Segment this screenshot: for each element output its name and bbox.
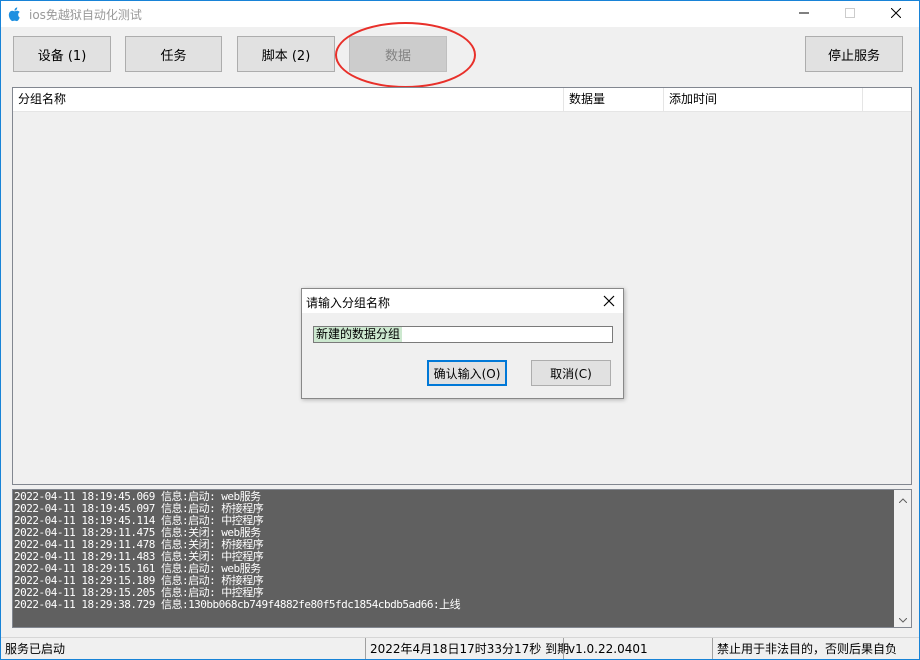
column-header-group-name[interactable]: 分组名称 xyxy=(13,88,564,111)
minimize-button[interactable] xyxy=(781,1,827,27)
column-header-data-count[interactable]: 数据量 xyxy=(564,88,664,111)
status-bar: 服务已启动 2022年4月18日17时33分17秒 到期 v1.0.22.040… xyxy=(1,637,919,659)
cancel-button[interactable]: 取消(C) xyxy=(531,360,611,386)
version-label: v1.0.22.0401 xyxy=(563,638,712,659)
dialog-title: 请输入分组名称 xyxy=(306,296,391,310)
log-lines: 2022-04-11 18:19:45.069 信息:启动: web服务 202… xyxy=(14,491,894,611)
chevron-down-icon xyxy=(898,612,907,626)
group-name-dialog: 请输入分组名称 新建的数据分组 确认输入(O) 取消(C) xyxy=(301,288,624,399)
chevron-up-icon xyxy=(898,492,907,506)
log-scrollbar[interactable] xyxy=(894,490,911,627)
scripts-button[interactable]: 脚本 (2) xyxy=(237,36,335,72)
maximize-button[interactable] xyxy=(827,1,873,27)
title-bar: ios免越狱自动化测试 xyxy=(1,1,919,27)
minimize-icon xyxy=(799,7,809,21)
column-header-added-time[interactable]: 添加时间 xyxy=(664,88,863,111)
legal-notice: 禁止用于非法目的，否则后果自负 xyxy=(712,638,919,659)
window-title: ios免越狱自动化测试 xyxy=(29,8,142,22)
tasks-button[interactable]: 任务 xyxy=(125,36,222,72)
devices-button[interactable]: 设备 (1) xyxy=(13,36,111,72)
group-name-input[interactable]: 新建的数据分组 xyxy=(313,326,613,343)
highlight-circle xyxy=(335,22,476,88)
data-group-list[interactable]: 分组名称 数据量 添加时间 xyxy=(12,87,912,485)
log-panel[interactable]: 2022-04-11 18:19:45.069 信息:启动: web服务 202… xyxy=(12,489,912,628)
scroll-up-arrow[interactable] xyxy=(894,490,911,507)
confirm-button[interactable]: 确认输入(O) xyxy=(427,360,507,386)
close-button[interactable] xyxy=(873,1,919,27)
log-line: 2022-04-11 18:29:38.729 信息:130bb068cb749… xyxy=(14,598,461,611)
close-icon xyxy=(890,7,902,21)
maximize-icon xyxy=(845,7,855,21)
stop-service-button[interactable]: 停止服务 xyxy=(805,36,903,72)
apple-icon xyxy=(7,6,23,22)
dialog-title-bar: 请输入分组名称 xyxy=(302,289,623,313)
list-header: 分组名称 数据量 添加时间 xyxy=(13,88,911,112)
group-name-input-value: 新建的数据分组 xyxy=(314,327,403,342)
expiry-date: 2022年4月18日17时33分17秒 到期 xyxy=(365,638,569,659)
service-status: 服务已启动 xyxy=(5,642,66,656)
dialog-close-icon[interactable] xyxy=(601,293,617,309)
app-window: ios免越狱自动化测试 设备 (1) 任务 脚本 (2) 数据 停止服务 分组名… xyxy=(0,0,920,660)
scroll-down-arrow[interactable] xyxy=(894,610,911,627)
